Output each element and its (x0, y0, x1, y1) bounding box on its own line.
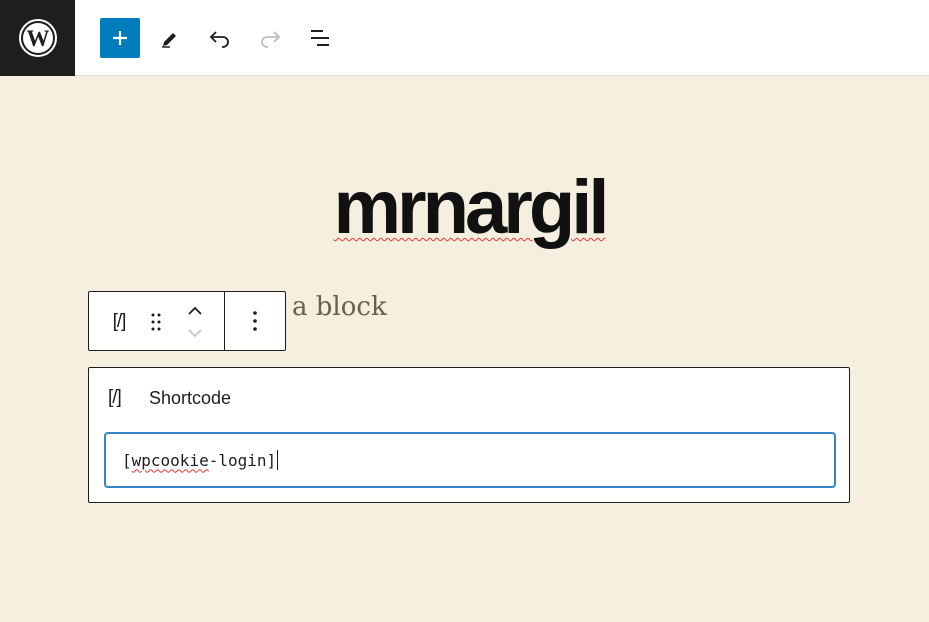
site-title[interactable]: mrnargil (0, 170, 929, 246)
block-toolbar: [/] (88, 291, 286, 351)
block-placeholder-text: a block (292, 292, 387, 322)
shortcode-block-label: Shortcode (149, 388, 232, 408)
drag-handle-icon (151, 313, 161, 331)
list-view-button[interactable] (300, 18, 340, 58)
plus-icon (113, 31, 127, 45)
shortcode-value-prefix: [ (122, 450, 132, 470)
wordpress-logo-button[interactable]: W (0, 0, 75, 76)
redo-icon (261, 31, 281, 48)
shortcode-block[interactable]: [/] Shortcode [wpcookie -login] (88, 367, 850, 503)
list-view-icon (311, 30, 329, 46)
shortcode-block-type-button[interactable]: [/] (103, 308, 135, 336)
wordpress-logo-icon: W (18, 19, 57, 57)
pencil-icon (162, 33, 176, 48)
move-up-button[interactable] (181, 302, 209, 320)
shortcode-icon: [/] (112, 311, 127, 332)
block-toolbar-main-group: [/] (89, 292, 225, 350)
shortcode-value-spelled: wpcookie (131, 450, 209, 470)
svg-text:W: W (26, 26, 49, 51)
editor-header: W (0, 0, 929, 76)
text-caret (277, 450, 279, 470)
redo-button[interactable] (250, 18, 290, 58)
shortcode-value-suffix: -login] (208, 450, 277, 470)
shortcode-block-icon: [/] (108, 387, 122, 408)
site-title-text: mrnargil (333, 165, 609, 250)
chevron-down-icon (188, 329, 202, 338)
shortcode-input[interactable]: [wpcookie -login] (104, 432, 836, 488)
drag-handle[interactable] (144, 308, 168, 336)
undo-button[interactable] (200, 18, 240, 58)
tools-button[interactable] (150, 18, 190, 58)
chevron-up-icon (188, 306, 202, 315)
block-options-button[interactable] (225, 292, 285, 350)
move-down-button[interactable] (181, 324, 209, 342)
undo-icon (209, 31, 229, 48)
more-vertical-icon (253, 311, 257, 331)
add-block-button[interactable] (100, 18, 140, 58)
